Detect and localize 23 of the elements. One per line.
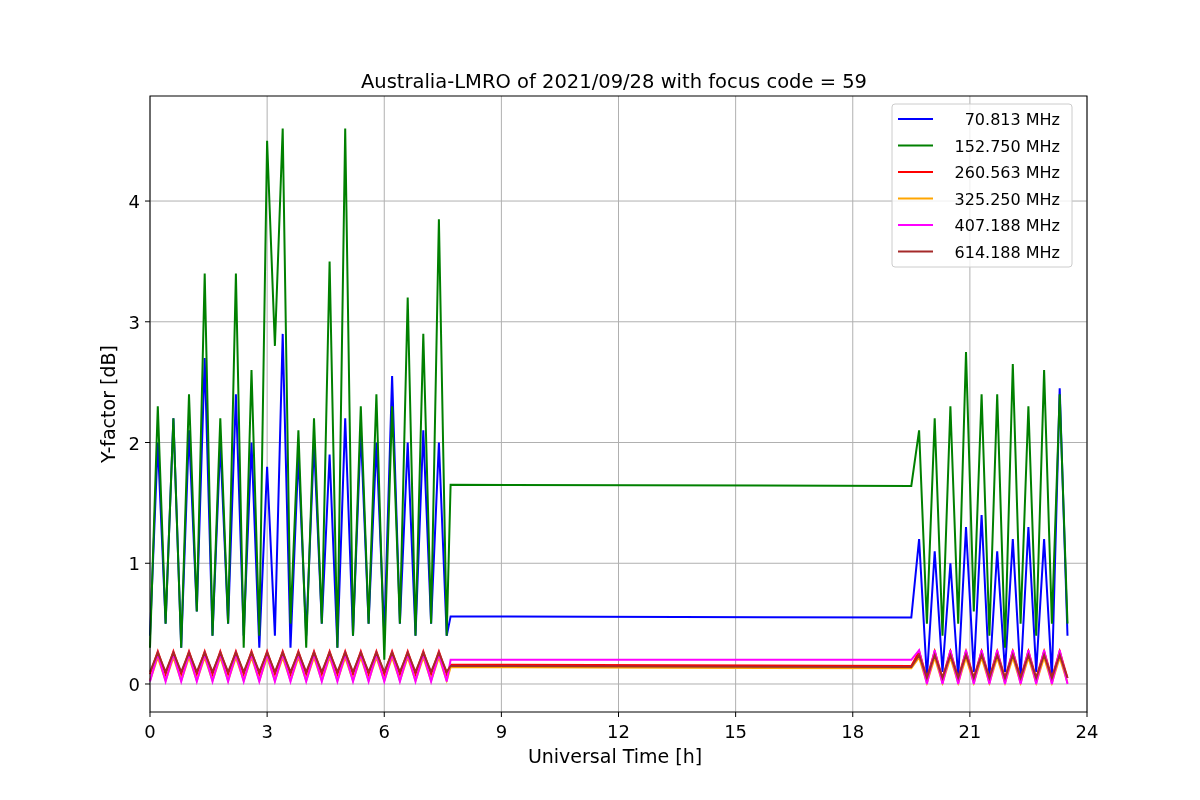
x-tick-label: 15 <box>724 721 748 742</box>
legend-label: 325.250 MHz <box>954 189 1060 209</box>
legend-label: 152.750 MHz <box>954 136 1060 156</box>
x-tick-label: 24 <box>1075 721 1099 742</box>
y-tick-label: 1 <box>128 553 140 575</box>
y-tick-label: 4 <box>128 191 140 213</box>
x-tick-label: 6 <box>378 721 390 742</box>
x-tick-label: 21 <box>958 721 982 742</box>
y-tick-label: 2 <box>128 432 140 454</box>
x-tick-label: 0 <box>144 721 156 742</box>
legend-label: 70.813 MHz <box>964 110 1060 129</box>
y-tick-label: 3 <box>128 311 140 333</box>
legend-label: 614.188 MHz <box>954 242 1060 262</box>
x-tick-label: 18 <box>841 721 865 742</box>
x-axis-label: Universal Time [h] <box>527 745 703 767</box>
legend-label: 260.563 MHz <box>954 163 1060 182</box>
y-axis-label: Y-factor [dB] <box>97 345 119 463</box>
x-tick-label: 3 <box>261 721 273 742</box>
chart-title: Australia-LMRO of 2021/09/28 with focus code = 59 <box>361 70 867 93</box>
legend-label: 407.188 MHz <box>954 216 1060 235</box>
x-tick-label: 9 <box>495 721 508 742</box>
y-tick-label: 0 <box>128 674 140 695</box>
x-tick-label: 12 <box>607 721 630 742</box>
